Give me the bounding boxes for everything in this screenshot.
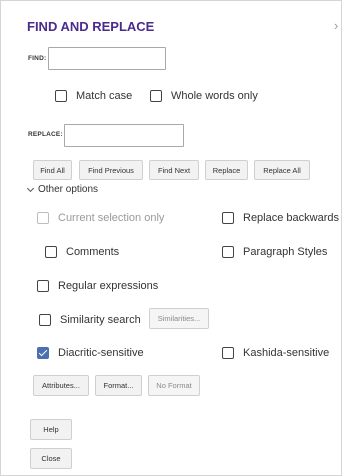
find-all-button[interactable]: Find All	[33, 160, 72, 180]
format-button[interactable]: Format...	[95, 375, 142, 396]
match-case-label: Match case	[76, 90, 133, 102]
replace-backwards-label: Replace backwards	[243, 212, 339, 224]
comments-checkbox[interactable]	[45, 246, 57, 258]
help-button[interactable]: Help	[30, 419, 72, 440]
regular-expressions-checkbox[interactable]	[37, 280, 49, 292]
regular-expressions-option[interactable]: Regular expressions	[37, 280, 158, 292]
close-dialog-icon[interactable]: ›	[334, 18, 338, 33]
current-selection-only-checkbox	[37, 212, 49, 224]
find-next-button[interactable]: Find Next	[149, 160, 199, 180]
comments-label: Comments	[66, 246, 120, 258]
regular-expressions-label: Regular expressions	[58, 280, 159, 292]
dialog-title: FIND AND REPLACE	[27, 19, 155, 34]
whole-words-checkbox[interactable]	[150, 90, 162, 102]
kashida-sensitive-label: Kashida-sensitive	[243, 347, 330, 359]
attributes-button[interactable]: Attributes...	[33, 375, 89, 396]
diacritic-sensitive-checkbox[interactable]	[37, 347, 49, 359]
other-options-label: Other options	[38, 184, 99, 195]
find-label: FIND:	[28, 55, 47, 62]
current-selection-only-option: Current selection only	[37, 212, 164, 224]
paragraph-styles-checkbox[interactable]	[222, 246, 234, 258]
find-previous-button[interactable]: Find Previous	[79, 160, 143, 180]
whole-words-label: Whole words only	[171, 90, 258, 102]
comments-option[interactable]: Comments	[45, 246, 119, 258]
replace-backwards-checkbox[interactable]	[222, 212, 234, 224]
match-case-checkbox[interactable]	[55, 90, 67, 102]
whole-words-option[interactable]: Whole words only	[150, 90, 258, 102]
similarity-search-option[interactable]: Similarity search	[39, 314, 141, 326]
find-input[interactable]	[48, 47, 166, 70]
replace-button[interactable]: Replace	[205, 160, 248, 180]
replace-backwards-option[interactable]: Replace backwards	[222, 212, 339, 224]
chevron-down-icon	[26, 184, 35, 192]
find-and-replace-dialog: FIND AND REPLACE › FIND: Match case Whol…	[0, 0, 342, 476]
similarities-button[interactable]: Similarities...	[149, 308, 209, 329]
similarity-search-checkbox[interactable]	[39, 314, 51, 326]
paragraph-styles-label: Paragraph Styles	[243, 246, 328, 258]
close-button[interactable]: Close	[30, 448, 72, 469]
kashida-sensitive-checkbox[interactable]	[222, 347, 234, 359]
diacritic-sensitive-option[interactable]: Diacritic-sensitive	[37, 347, 144, 359]
diacritic-sensitive-label: Diacritic-sensitive	[58, 347, 144, 359]
paragraph-styles-option[interactable]: Paragraph Styles	[222, 246, 327, 258]
match-case-option[interactable]: Match case	[55, 90, 132, 102]
replace-input[interactable]	[64, 124, 184, 147]
replace-all-button[interactable]: Replace All	[254, 160, 310, 180]
current-selection-only-label: Current selection only	[58, 212, 165, 224]
no-format-button[interactable]: No Format	[148, 375, 200, 396]
similarity-search-label: Similarity search	[60, 314, 141, 326]
other-options-toggle[interactable]: Other options	[26, 184, 99, 195]
replace-label: REPLACE:	[28, 131, 63, 138]
kashida-sensitive-option[interactable]: Kashida-sensitive	[222, 347, 329, 359]
